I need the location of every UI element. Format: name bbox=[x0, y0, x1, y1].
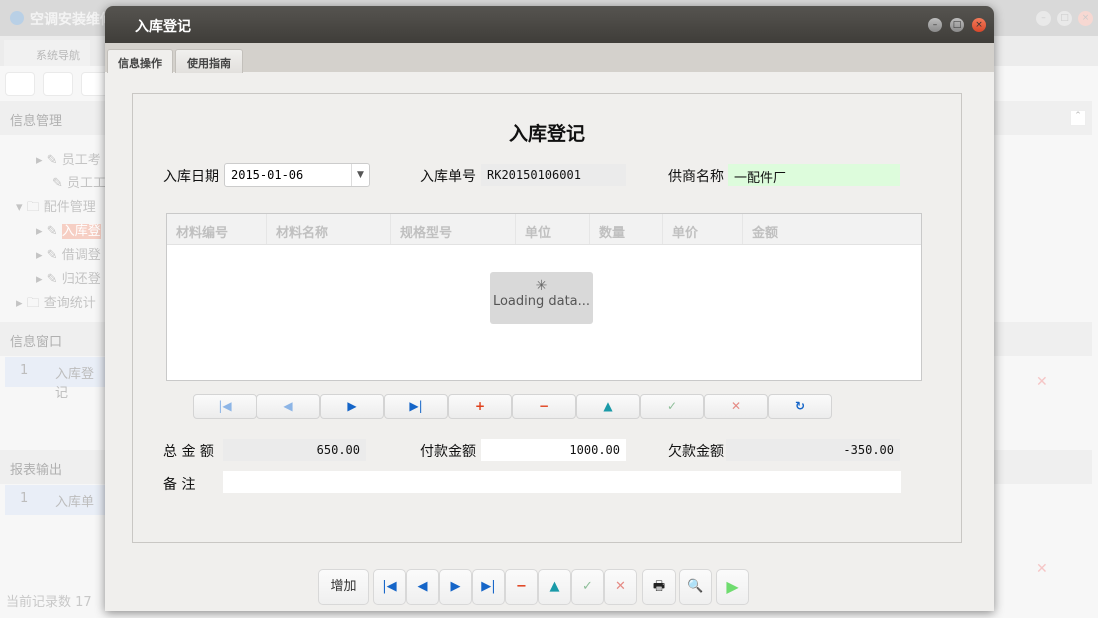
spinner-icon: ✳ bbox=[535, 278, 548, 294]
close-row-icon[interactable]: ✕ bbox=[1036, 561, 1048, 577]
info-window-row[interactable]: 1 入库登记 bbox=[5, 357, 105, 401]
grid-refresh-button[interactable]: ↻ bbox=[768, 394, 832, 419]
grid-add-button[interactable]: + bbox=[448, 394, 512, 419]
dialog-title: 入库登记 bbox=[135, 19, 191, 35]
printer-icon: 🖶 bbox=[652, 579, 666, 594]
tab-info-operation[interactable]: 信息操作 bbox=[107, 49, 173, 73]
cancel-record-button[interactable]: ✕ bbox=[604, 569, 637, 605]
tab-user-guide[interactable]: 使用指南 bbox=[175, 49, 243, 73]
app-minimize-button[interactable]: – bbox=[1036, 11, 1051, 26]
minimize-button[interactable]: – bbox=[928, 18, 942, 32]
tree-folder[interactable]: ▸ 🗀 查询统计 bbox=[16, 292, 96, 316]
supplier-label: 供商名称 bbox=[668, 169, 724, 185]
owed-field[interactable]: -350.00 bbox=[726, 439, 900, 461]
loading-text: Loading data... bbox=[492, 294, 591, 309]
maximize-button[interactable]: □ bbox=[950, 18, 964, 32]
paid-label: 付款金额 bbox=[420, 444, 476, 460]
order-no-label: 入库单号 bbox=[420, 169, 476, 185]
grid-prev-button[interactable]: ◀ bbox=[256, 394, 320, 419]
date-picker[interactable]: 2015-01-06 ▼ bbox=[224, 163, 370, 187]
grid-edit-button[interactable]: ▲ bbox=[576, 394, 640, 419]
grid-next-button[interactable]: ▶ bbox=[320, 394, 384, 419]
grid-first-button[interactable]: |◀ bbox=[193, 394, 257, 419]
list-tool-button[interactable] bbox=[43, 72, 73, 96]
column-header[interactable]: 规格型号 bbox=[391, 214, 516, 244]
next-record-button[interactable]: ▶ bbox=[439, 569, 472, 605]
column-header[interactable]: 单价 bbox=[663, 214, 743, 244]
print-preview-button[interactable]: 🔍 bbox=[679, 569, 712, 605]
preview-icon: 🔍 bbox=[687, 579, 704, 594]
grid-confirm-button[interactable]: ✓ bbox=[640, 394, 704, 419]
close-row-icon[interactable]: ✕ bbox=[1036, 374, 1048, 390]
column-header[interactable]: 单位 bbox=[516, 214, 590, 244]
total-label: 总 金 额 bbox=[163, 444, 214, 460]
tree-item[interactable]: ▸ ✎ 归还登 bbox=[36, 268, 101, 287]
order-no-field[interactable]: RK20150106001 bbox=[481, 164, 626, 186]
tree-item-selected[interactable]: ▸ ✎ 入库登 bbox=[36, 220, 101, 239]
owed-label: 欠款金额 bbox=[668, 444, 724, 460]
supplier-field[interactable]: 一配件厂 bbox=[728, 164, 900, 186]
tree-folder[interactable]: ▾ 🗀 配件管理 bbox=[16, 196, 96, 220]
column-header[interactable]: 材料名称 bbox=[267, 214, 391, 244]
form-heading: 入库登记 bbox=[508, 123, 585, 145]
last-record-button[interactable]: ▶| bbox=[472, 569, 505, 605]
grid-last-button[interactable]: ▶| bbox=[384, 394, 448, 419]
column-header[interactable]: 材料编号 bbox=[167, 214, 267, 244]
report-row[interactable]: 1 入库单 bbox=[5, 485, 105, 515]
record-count-status: 当前记录数 17 bbox=[6, 595, 92, 610]
app-close-button[interactable]: × bbox=[1078, 11, 1093, 26]
app-maximize-button[interactable]: □ bbox=[1057, 11, 1072, 26]
save-record-button[interactable]: ✓ bbox=[571, 569, 604, 605]
app-logo-icon bbox=[10, 11, 24, 25]
grid-delete-button[interactable]: − bbox=[512, 394, 576, 419]
tree-item[interactable]: ✎ 员工工 bbox=[52, 172, 106, 191]
dialog-titlebar: 入库登记 – □ × bbox=[105, 6, 994, 43]
materials-grid: 材料编号 材料名称 规格型号 单位 数量 单价 金额 ✳ Loading dat… bbox=[166, 213, 922, 381]
add-button[interactable]: 增加 bbox=[318, 569, 369, 605]
dropdown-arrow-icon[interactable]: ▼ bbox=[351, 164, 369, 186]
play-icon: ▶ bbox=[726, 577, 739, 596]
run-button[interactable]: ▶ bbox=[716, 569, 749, 605]
delete-record-button[interactable]: − bbox=[505, 569, 538, 605]
edit-record-button[interactable]: ▲ bbox=[538, 569, 571, 605]
search-tool-button[interactable] bbox=[5, 72, 35, 96]
column-header[interactable]: 数量 bbox=[590, 214, 663, 244]
column-header[interactable]: 金额 bbox=[743, 214, 921, 244]
stock-in-dialog: 入库登记 – □ × 信息操作 使用指南 入库登记 入库日期 2015-01-0… bbox=[105, 6, 994, 611]
tree-item[interactable]: ▸ ✎ 员工考 bbox=[36, 149, 101, 168]
collapse-icon[interactable]: ⌃ bbox=[1070, 110, 1086, 126]
form-panel: 入库登记 入库日期 2015-01-06 ▼ 入库单号 RK2015010600… bbox=[132, 93, 962, 543]
grid-header: 材料编号 材料名称 规格型号 单位 数量 单价 金额 bbox=[167, 214, 921, 245]
close-button[interactable]: × bbox=[972, 18, 986, 32]
tree-item[interactable]: ▸ ✎ 借调登 bbox=[36, 244, 101, 263]
print-button[interactable]: 🖶 bbox=[642, 569, 676, 605]
paid-field[interactable]: 1000.00 bbox=[481, 439, 626, 461]
app-title: 空调安装维修 bbox=[30, 12, 114, 28]
prev-record-button[interactable]: ◀ bbox=[406, 569, 439, 605]
date-label: 入库日期 bbox=[163, 169, 219, 185]
first-record-button[interactable]: |◀ bbox=[373, 569, 406, 605]
dialog-tabbar: 信息操作 使用指南 bbox=[105, 43, 994, 73]
tab-system-nav[interactable]: 系统导航 bbox=[4, 40, 90, 66]
remark-label: 备 注 bbox=[163, 477, 196, 493]
remark-field[interactable] bbox=[223, 471, 901, 493]
grid-cancel-button[interactable]: ✕ bbox=[704, 394, 768, 419]
total-field[interactable]: 650.00 bbox=[223, 439, 366, 461]
loading-indicator: ✳ Loading data... bbox=[490, 272, 593, 324]
